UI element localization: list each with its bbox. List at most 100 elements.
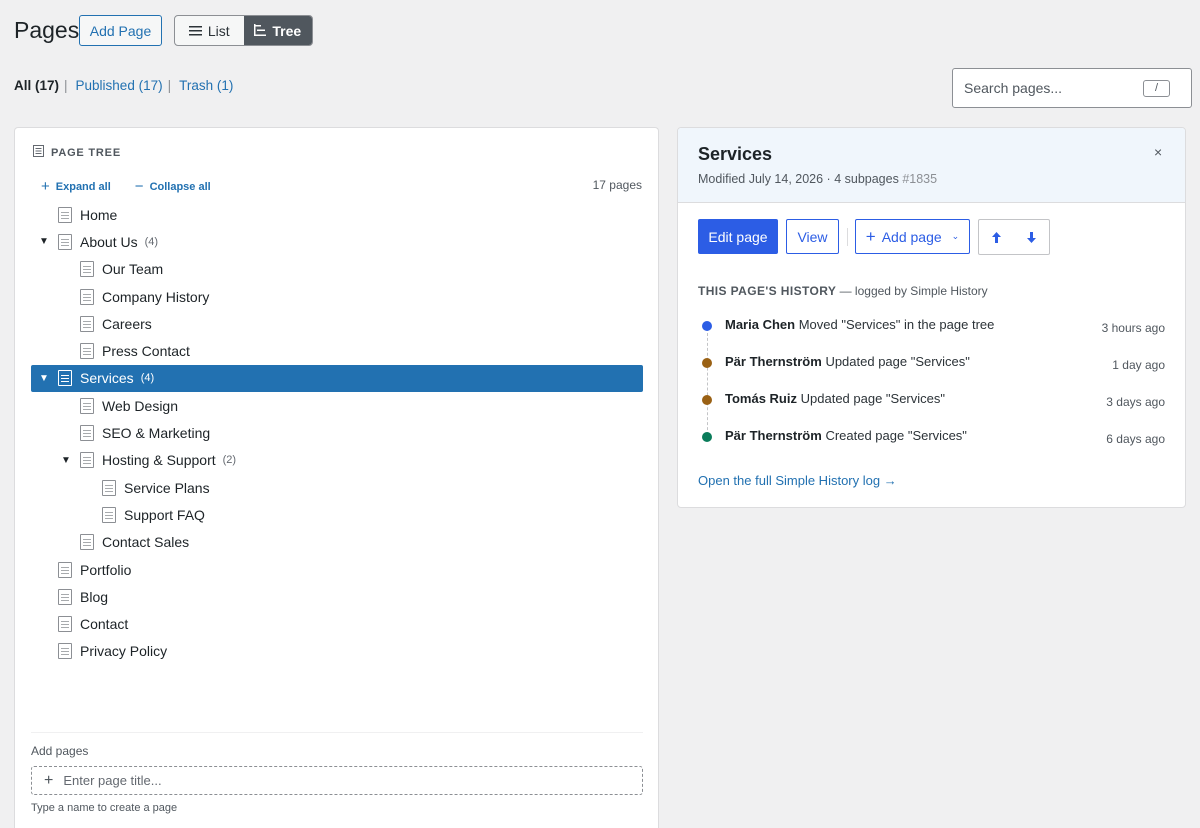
add-page-button[interactable]: Add Page: [79, 15, 162, 46]
tree-row[interactable]: ▼ About Us (4): [31, 228, 643, 255]
expand-all-button[interactable]: + Expand all: [41, 178, 111, 195]
history-text: Pär Thernström Created page "Services": [725, 425, 1106, 447]
edit-page-button[interactable]: Edit page: [698, 219, 778, 254]
page-icon: [80, 397, 94, 414]
page-icon: [102, 506, 116, 523]
close-icon[interactable]: ×: [1154, 144, 1162, 160]
collapse-toggle-icon[interactable]: ▼: [37, 373, 51, 384]
page-icon: [80, 288, 94, 305]
tree-row-label: Our Team: [102, 261, 164, 278]
view-toggle: List Tree: [174, 15, 313, 46]
timeline-dot-icon: [702, 321, 712, 331]
page-icon: [80, 534, 94, 551]
move-up-button[interactable]: [979, 220, 1014, 254]
add-subpage-button[interactable]: + Add page ⌄: [855, 219, 970, 254]
collapse-toggle-icon[interactable]: ▼: [59, 455, 73, 466]
page-icon: [58, 561, 72, 578]
tree-row-label: Home: [80, 206, 118, 223]
history-item: Maria Chen Moved "Services" in the page …: [698, 314, 1165, 351]
tree-row[interactable]: Privacy Policy: [31, 638, 643, 665]
tree-row[interactable]: Service Plans: [31, 474, 643, 501]
collapse-all-button[interactable]: − Collapse all: [135, 178, 211, 195]
history-action: Updated page "Services": [800, 391, 945, 406]
arrow-up-icon: [992, 231, 1001, 243]
subpage-count: (2): [222, 454, 237, 467]
tree-row[interactable]: Support FAQ: [31, 501, 643, 528]
tree-row[interactable]: Home: [31, 201, 643, 228]
page-icon: [80, 261, 94, 278]
page-title: Pages: [14, 17, 80, 43]
page-tree-panel: PAGE TREE + Expand all − Collapse all 17…: [14, 127, 659, 828]
tree-view-button[interactable]: Tree: [243, 16, 312, 45]
page-icon: [58, 370, 72, 387]
history-text: Pär Thernström Updated page "Services": [725, 351, 1112, 373]
tree-row[interactable]: ▼ Services (4): [31, 364, 643, 393]
page-tree-list: Home ▼ About Us (4) Our Team Company History C…: [31, 201, 643, 665]
full-history-link[interactable]: Open the full Simple History log →: [698, 473, 897, 488]
tree-row[interactable]: Our Team: [31, 256, 643, 283]
tree-row[interactable]: Press Contact: [31, 337, 643, 364]
page-tree-heading: PAGE TREE: [33, 145, 121, 160]
page-id: #1835: [902, 172, 938, 186]
history-item: Tomás Ruiz Updated page "Services" 3 days…: [698, 388, 1165, 425]
collapse-toggle-icon[interactable]: ▼: [37, 236, 51, 247]
history-user: Tomás Ruiz: [725, 391, 797, 406]
view-button[interactable]: View: [786, 219, 839, 254]
tree-row-label: Contact Sales: [102, 534, 190, 551]
timeline-dot-icon: [702, 395, 712, 405]
status-filters: All (17) | Published (17) | Trash (1): [14, 78, 234, 93]
tree-row[interactable]: Company History: [31, 283, 643, 310]
tree-row[interactable]: Careers: [31, 310, 643, 337]
tree-row-label: Contact: [80, 616, 129, 633]
move-down-button[interactable]: [1014, 220, 1049, 254]
subpage-count: (4): [144, 235, 159, 248]
history-time: 1 day ago: [1112, 358, 1165, 372]
tree-row-label: Press Contact: [102, 343, 190, 360]
history-time: 3 days ago: [1106, 395, 1165, 409]
history-user: Pär Thernström: [725, 428, 822, 443]
filter-trash[interactable]: Trash (1): [179, 78, 233, 93]
tree-row[interactable]: Contact Sales: [31, 529, 643, 556]
history-action: Moved "Services" in the page tree: [798, 317, 995, 332]
list-view-button[interactable]: List: [175, 16, 244, 45]
arrow-down-icon: [1027, 231, 1036, 243]
tree-icon: [254, 23, 267, 39]
page-icon: [80, 452, 94, 469]
page-icon: [80, 425, 94, 442]
filter-published[interactable]: Published (17): [76, 78, 163, 93]
tree-row-label: Support FAQ: [124, 506, 205, 523]
tree-row-label: Web Design: [102, 397, 179, 414]
page-icon: [58, 643, 72, 660]
search-input[interactable]: Search pages... /: [952, 68, 1192, 108]
list-icon: [188, 23, 202, 39]
history-text: Maria Chen Moved "Services" in the page …: [725, 314, 1102, 336]
list-view-label: List: [207, 22, 230, 39]
tree-row[interactable]: SEO & Marketing: [31, 419, 643, 446]
history-action: Created page "Services": [825, 428, 967, 443]
tree-row-label: Careers: [102, 315, 152, 332]
minus-icon: −: [134, 178, 144, 195]
add-page-input[interactable]: + Enter page title...: [31, 766, 643, 795]
add-page-placeholder: Enter page title...: [63, 773, 162, 788]
page-icon: [58, 588, 72, 605]
timeline-dot-icon: [702, 432, 712, 442]
tree-row-label: Hosting & Support: [102, 452, 216, 469]
tree-row[interactable]: Portfolio: [31, 556, 643, 583]
history-text: Tomás Ruiz Updated page "Services": [725, 388, 1106, 410]
tree-row-label: Service Plans: [124, 479, 210, 496]
add-pages-label: Add pages: [31, 744, 89, 758]
page-icon: [80, 315, 94, 332]
tree-row[interactable]: ▼ Hosting & Support (2): [31, 447, 643, 474]
tree-row-label: About Us: [80, 233, 138, 250]
filter-all[interactable]: All (17): [14, 78, 59, 93]
tree-row[interactable]: Web Design: [31, 392, 643, 419]
page-icon: [58, 206, 72, 223]
tree-row[interactable]: Blog: [31, 583, 643, 610]
divider: [31, 732, 643, 733]
search-placeholder: Search pages...: [964, 80, 1063, 96]
page-detail-panel: Services Modified July 14, 2026 · 4 subp…: [677, 127, 1186, 508]
tree-page-count: 17 pages: [592, 178, 642, 192]
tree-row-label: Services: [80, 370, 134, 387]
tree-row[interactable]: Contact: [31, 610, 643, 637]
tree-row-label: Portfolio: [80, 561, 132, 578]
